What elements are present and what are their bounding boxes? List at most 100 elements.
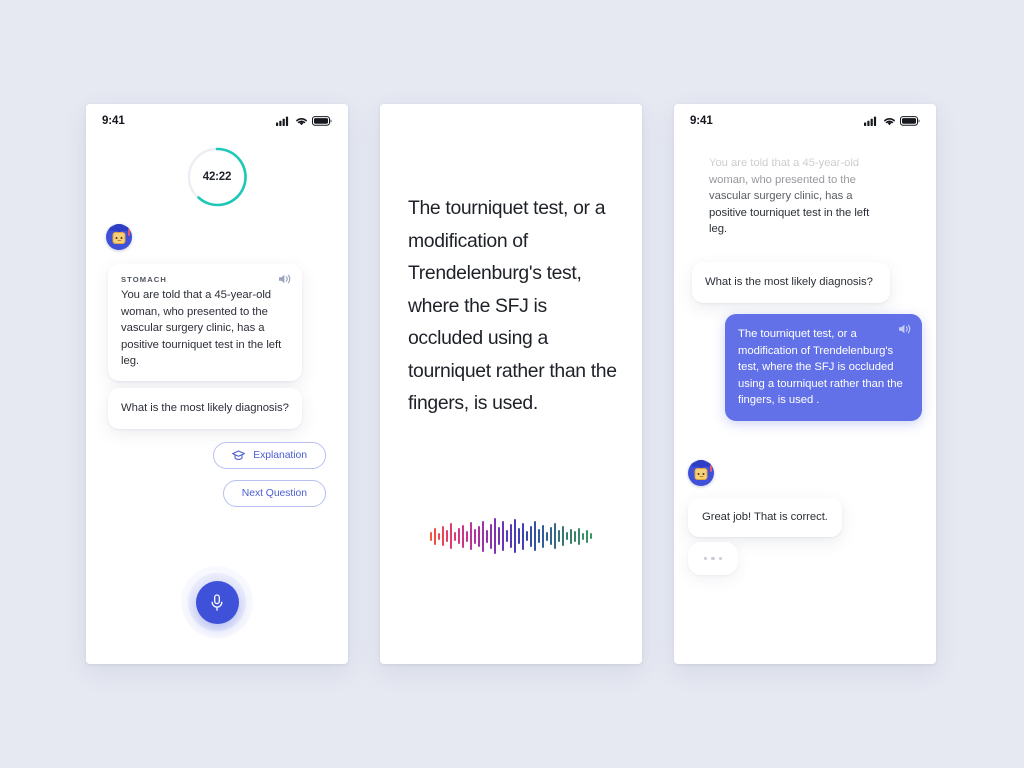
waveform-bar xyxy=(541,524,544,548)
question-category-label: STOMACH xyxy=(121,275,167,284)
timer-value: 42:22 xyxy=(202,171,232,183)
question-prompt-bubble: What is the most likely diagnosis? xyxy=(692,262,890,303)
session-timer: 42:22 xyxy=(185,145,249,209)
graduation-cap-icon xyxy=(232,450,246,461)
graduation-cap-tassel xyxy=(128,228,130,236)
waveform-bar xyxy=(521,522,524,550)
scrolled-question-card: You are told that a 45-year-old woman, w… xyxy=(696,144,890,249)
status-time: 9:41 xyxy=(690,115,713,127)
typing-indicator xyxy=(688,542,738,575)
phone-screen-feedback: 9:41 You are told that a 45-year-old wom… xyxy=(674,104,936,664)
waveform-bar xyxy=(569,528,572,544)
waveform-bar xyxy=(553,523,556,549)
waveform-bar xyxy=(557,530,560,542)
waveform-bar xyxy=(561,526,564,546)
waveform-bar xyxy=(474,528,477,544)
wifi-icon xyxy=(295,116,308,126)
speaker-icon[interactable] xyxy=(898,323,912,335)
waveform-bar xyxy=(462,524,465,548)
question-prompt-text: What is the most likely diagnosis? xyxy=(121,402,289,414)
waveform-bar xyxy=(525,531,528,541)
microphone-button[interactable] xyxy=(195,580,239,624)
waveform-bar xyxy=(458,528,461,544)
typing-dot xyxy=(718,556,723,561)
waveform-bar xyxy=(454,531,457,541)
battery-icon xyxy=(312,116,332,126)
tutor-reply-bubble: Great job! That is correct. xyxy=(688,498,842,537)
live-transcript-text: The tourniquet test, or a modification o… xyxy=(408,197,617,414)
next-question-button[interactable]: Next Question xyxy=(222,480,326,507)
speaker-icon[interactable] xyxy=(278,273,292,285)
waveform-bar xyxy=(589,533,592,539)
phone-screen-question: 9:41 42:22 STOMACH You are told that a 4… xyxy=(86,104,348,664)
waveform-bar xyxy=(573,530,576,542)
avatar-face xyxy=(694,468,708,481)
tutor-avatar xyxy=(106,224,132,250)
waveform-bar xyxy=(470,522,473,550)
tutor-avatar xyxy=(688,460,714,486)
avatar xyxy=(688,460,714,486)
avatar-mouth xyxy=(117,239,121,242)
avatar-face xyxy=(112,232,126,245)
waveform-bar xyxy=(505,530,509,542)
waveform-bar xyxy=(501,521,505,551)
user-answer-bubble: The tourniquet test, or a modification o… xyxy=(725,314,922,421)
cellular-signal-icon xyxy=(864,116,879,126)
typing-dot xyxy=(711,556,715,561)
waveform-bar xyxy=(482,520,485,552)
conversation-scroll[interactable]: You are told that a 45-year-old woman, w… xyxy=(674,138,936,664)
question-card: STOMACH You are told that a 45-year-old … xyxy=(108,264,302,381)
waveform-bar xyxy=(430,531,433,541)
status-bar: 9:41 xyxy=(86,104,348,138)
waveform-bar xyxy=(545,531,548,541)
waveform-bar xyxy=(450,523,453,549)
question-prompt-bubble: What is the most likely diagnosis? xyxy=(108,388,302,429)
avatar-mouth xyxy=(699,475,703,478)
graduation-cap-icon xyxy=(109,226,129,232)
user-answer-text: The tourniquet test, or a modification o… xyxy=(738,328,903,407)
waveform-bar xyxy=(478,525,481,547)
phone-screen-transcript: The tourniquet test, or a modification o… xyxy=(380,104,642,664)
cellular-signal-icon xyxy=(276,116,291,126)
waveform-bar xyxy=(486,529,489,543)
waveform-bar xyxy=(498,527,501,545)
question-prompt-text: What is the most likely diagnosis? xyxy=(705,276,873,288)
audio-waveform xyxy=(380,514,642,558)
waveform-bar xyxy=(577,527,580,545)
status-time: 9:41 xyxy=(102,115,125,127)
status-indicators xyxy=(864,116,920,126)
waveform-bar xyxy=(513,519,517,553)
waveform-bar xyxy=(466,530,469,542)
waveform-bar xyxy=(438,532,441,540)
waveform-bar xyxy=(517,528,521,544)
action-buttons: Explanation Next Question xyxy=(213,442,326,507)
microphone-icon xyxy=(209,593,225,612)
waveform-bar xyxy=(442,526,445,546)
explanation-button-label: Explanation xyxy=(253,450,307,461)
waveform-bar xyxy=(529,525,532,547)
graduation-cap-icon xyxy=(691,462,711,468)
waveform-bar xyxy=(565,532,568,540)
battery-icon xyxy=(900,116,920,126)
waveform-bar xyxy=(537,529,540,543)
waveform-bar xyxy=(494,518,497,554)
status-bar: 9:41 xyxy=(674,104,936,138)
waveform-bar xyxy=(490,523,493,549)
mic-button-area xyxy=(181,566,253,638)
waveform-bar xyxy=(581,532,584,540)
avatar xyxy=(106,224,132,250)
waveform-bar xyxy=(585,529,588,543)
typing-dot xyxy=(703,556,708,561)
status-indicators xyxy=(276,116,332,126)
waveform-bar xyxy=(434,527,437,545)
explanation-button[interactable]: Explanation xyxy=(213,442,326,469)
waveform-bar xyxy=(446,530,449,542)
waveform-bar xyxy=(533,521,536,551)
scrolled-question-text: You are told that a 45-year-old woman, w… xyxy=(709,157,870,236)
graduation-cap-tassel xyxy=(710,464,712,472)
wifi-icon xyxy=(883,116,896,126)
screens-canvas: 9:41 42:22 STOMACH You are told that a 4… xyxy=(0,0,1024,768)
waveform-bar xyxy=(549,527,552,545)
question-text: You are told that a 45-year-old woman, w… xyxy=(121,289,282,368)
next-question-button-label: Next Question xyxy=(241,488,307,499)
